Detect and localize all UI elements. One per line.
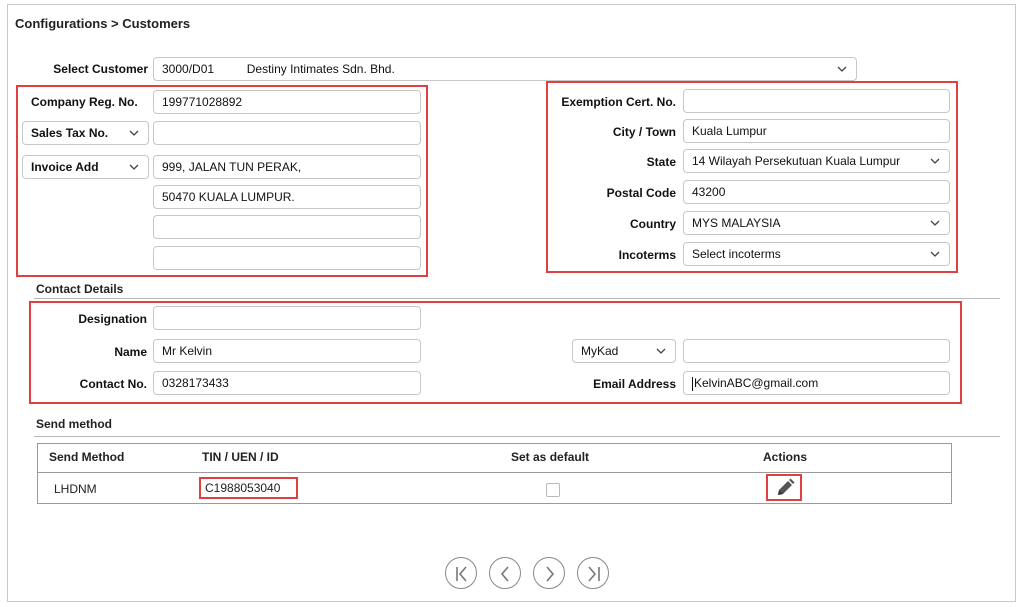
chevron-down-icon: [836, 63, 848, 75]
contact-no-input[interactable]: 0328173433: [153, 371, 421, 395]
row-tin: C1988053040: [199, 477, 298, 499]
country-label: Country: [630, 217, 676, 231]
id-number-input[interactable]: [683, 339, 950, 363]
select-customer-label: Select Customer: [53, 62, 148, 76]
last-page-icon: [588, 566, 600, 582]
country-value: MYS MALAYSIA: [692, 216, 781, 230]
exemption-label: Exemption Cert. No.: [561, 95, 676, 109]
state-value: 14 Wilayah Persekutuan Kuala Lumpur: [692, 154, 901, 168]
edit-button[interactable]: [766, 474, 802, 501]
state-label: State: [646, 155, 676, 169]
address-line-3[interactable]: [153, 215, 421, 239]
company-reg-label: Company Reg. No.: [31, 95, 138, 109]
city-label: City / Town: [612, 125, 676, 139]
company-reg-input[interactable]: 199771028892: [153, 90, 421, 114]
next-page-icon: [546, 566, 555, 582]
chevron-down-icon: [655, 345, 667, 357]
invoice-add-select-label: Invoice Add: [31, 160, 99, 174]
incoterms-label: Incoterms: [618, 248, 676, 262]
col-send-method: Send Method: [49, 450, 125, 464]
select-customer-dropdown[interactable]: 3000/D01 Destiny Intimates Sdn. Bhd.: [153, 57, 857, 81]
email-input[interactable]: KelvinABC@gmail.com: [683, 371, 950, 395]
incoterms-select[interactable]: Select incoterms: [683, 242, 950, 266]
postal-label: Postal Code: [606, 186, 676, 200]
row-method: LHDNM: [54, 482, 97, 496]
prev-page-button[interactable]: [489, 557, 521, 589]
contact-details-title: Contact Details: [36, 282, 124, 296]
city-input[interactable]: Kuala Lumpur: [683, 119, 950, 143]
breadcrumb: Configurations > Customers: [15, 16, 191, 31]
postal-input[interactable]: 43200: [683, 180, 950, 204]
id-type-select[interactable]: MyKad: [572, 339, 676, 363]
send-method-table: Send Method TIN / UEN / ID Set as defaul…: [37, 443, 952, 504]
address-line-1[interactable]: 999, JALAN TUN PERAK,: [153, 155, 421, 179]
send-method-divider: [34, 436, 1000, 437]
chevron-down-icon: [128, 127, 140, 139]
contact-no-label: Contact No.: [79, 377, 147, 391]
id-type-value: MyKad: [581, 344, 619, 358]
state-select[interactable]: 14 Wilayah Persekutuan Kuala Lumpur: [683, 149, 950, 173]
first-page-icon: [456, 566, 467, 582]
country-select[interactable]: MYS MALAYSIA: [683, 211, 950, 235]
chevron-down-icon: [929, 217, 941, 229]
customer-code: 3000/D01: [162, 62, 215, 76]
name-input[interactable]: Mr Kelvin: [153, 339, 421, 363]
address-line-4[interactable]: [153, 246, 421, 270]
next-page-button[interactable]: [533, 557, 565, 589]
designation-input[interactable]: [153, 306, 421, 330]
default-checkbox[interactable]: [546, 483, 560, 497]
invoice-add-select[interactable]: Invoice Add: [22, 155, 149, 179]
prev-page-icon: [500, 566, 509, 582]
designation-label: Designation: [78, 312, 147, 326]
table-header-divider: [38, 472, 951, 473]
incoterms-value: Select incoterms: [692, 247, 781, 261]
col-set-default: Set as default: [511, 450, 590, 464]
name-label: Name: [114, 345, 147, 359]
sales-tax-input[interactable]: [153, 121, 421, 145]
text-cursor: [692, 376, 693, 391]
sales-tax-select-label: Sales Tax No.: [31, 126, 109, 140]
contact-divider: [34, 298, 1000, 299]
first-page-button[interactable]: [445, 557, 477, 589]
chevron-down-icon: [128, 161, 140, 173]
last-page-button[interactable]: [577, 557, 609, 589]
customer-name: Destiny Intimates Sdn. Bhd.: [246, 62, 395, 76]
chevron-down-icon: [929, 248, 941, 260]
email-label: Email Address: [593, 377, 676, 391]
address-line-2[interactable]: 50470 KUALA LUMPUR.: [153, 185, 421, 209]
send-method-title: Send method: [36, 417, 113, 431]
exemption-input[interactable]: [683, 89, 950, 113]
pencil-icon: [778, 478, 795, 495]
email-value: KelvinABC@gmail.com: [694, 376, 819, 390]
col-tin: TIN / UEN / ID: [202, 450, 279, 464]
sales-tax-select[interactable]: Sales Tax No.: [22, 121, 149, 145]
col-actions: Actions: [763, 450, 808, 464]
chevron-down-icon: [929, 155, 941, 167]
